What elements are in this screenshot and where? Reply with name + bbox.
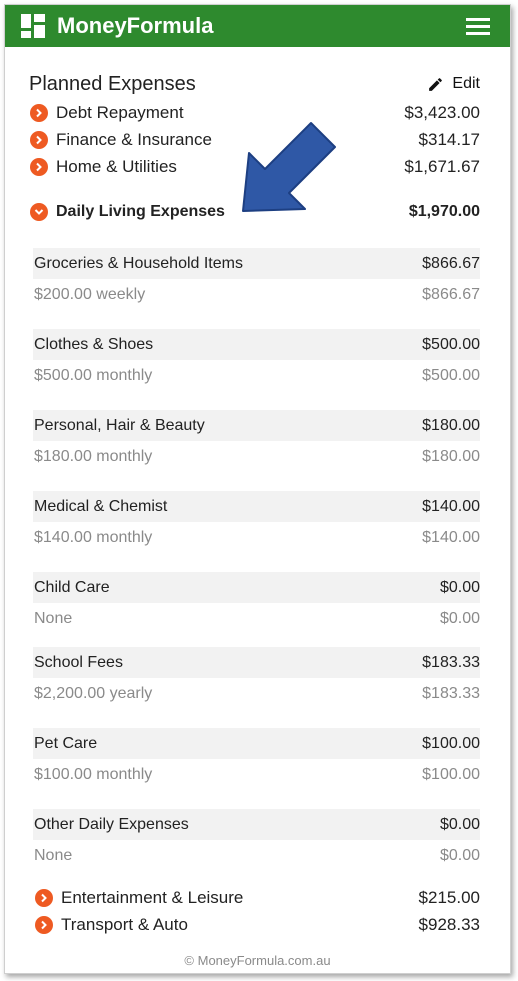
category-entertainment-leisure[interactable]: Entertainment & Leisure $215.00 (35, 885, 480, 911)
chevron-right-icon (35, 916, 53, 934)
list-item[interactable]: Clothes & Shoes $500.00 $500.00 monthly $5… (33, 329, 480, 410)
item-amount: $0.00 (439, 815, 480, 833)
item-amount: $140.00 (422, 497, 480, 515)
category-label: Transport & Auto (61, 915, 188, 934)
item-name: Child Care (34, 578, 110, 596)
category-label: Entertainment & Leisure (61, 888, 244, 907)
category-amount: $928.33 (418, 915, 480, 934)
item-frequency: $200.00 weekly (34, 286, 146, 303)
item-sub-amount: $866.67 (422, 286, 480, 303)
edit-button[interactable]: Edit (427, 75, 480, 93)
item-amount: $180.00 (422, 416, 480, 434)
list-item[interactable]: Groceries & Household Items $866.67 $200.… (33, 248, 480, 329)
category-amount: $3,423.00 (404, 103, 480, 122)
list-item[interactable]: Other Daily Expenses $0.00 None $0.00 (33, 809, 480, 884)
edit-label: Edit (452, 75, 480, 92)
list-item[interactable]: Pet Care $100.00 $100.00 monthly $100.00 (33, 728, 480, 809)
expense-item-list: Groceries & Household Items $866.67 $200.… (33, 248, 480, 884)
category-label: Finance & Insurance (56, 130, 212, 149)
item-sub-amount: $180.00 (422, 448, 480, 465)
item-name: Clothes & Shoes (34, 335, 154, 353)
item-name: Other Daily Expenses (34, 815, 189, 833)
page-title: Planned Expenses (29, 72, 196, 95)
app-title: MoneyFormula (57, 13, 214, 38)
item-sub-amount: $0.00 (439, 847, 480, 864)
chevron-right-icon (30, 104, 48, 122)
item-amount: $183.33 (422, 653, 480, 671)
item-sub-amount: $140.00 (422, 529, 480, 546)
item-sub-amount: $100.00 (422, 766, 480, 783)
dashboard-icon (21, 14, 45, 38)
item-frequency: None (34, 847, 73, 864)
item-frequency: $180.00 monthly (34, 448, 153, 465)
category-transport-auto[interactable]: Transport & Auto $928.33 (35, 912, 480, 938)
item-amount: $866.67 (422, 254, 480, 272)
footer-copyright: © MoneyFormula.com.au (184, 953, 331, 968)
list-item[interactable]: Child Care $0.00 None $0.00 (33, 572, 480, 647)
list-item[interactable]: Medical & Chemist $140.00 $140.00 monthly… (33, 491, 480, 572)
item-name: Groceries & Household Items (34, 254, 243, 272)
chevron-right-icon (35, 889, 53, 907)
item-amount: $500.00 (422, 335, 480, 353)
category-amount: $215.00 (418, 888, 480, 907)
item-amount: $0.00 (439, 578, 480, 596)
category-finance-insurance[interactable]: Finance & Insurance $314.17 (30, 127, 480, 153)
category-daily-living-expenses[interactable]: Daily Living Expenses $1,970.00 (30, 199, 480, 225)
item-name: Medical & Chemist (34, 497, 168, 515)
item-name: Pet Care (34, 734, 98, 752)
hamburger-menu-icon[interactable] (466, 16, 490, 36)
category-label: Home & Utilities (56, 157, 177, 176)
category-label: Daily Living Expenses (56, 203, 225, 220)
category-home-utilities[interactable]: Home & Utilities $1,671.67 (30, 154, 480, 180)
category-amount: $314.17 (418, 130, 480, 149)
item-frequency: $140.00 monthly (34, 529, 153, 546)
category-amount: $1,671.67 (404, 157, 480, 176)
chevron-down-icon (30, 203, 48, 221)
item-sub-amount: $0.00 (439, 610, 480, 627)
category-label: Debt Repayment (56, 103, 184, 122)
list-item[interactable]: School Fees $183.33 $2,200.00 yearly $183.… (33, 647, 480, 728)
category-amount: $1,970.00 (408, 203, 480, 220)
item-name: Personal, Hair & Beauty (34, 416, 205, 434)
item-frequency: None (34, 610, 73, 627)
app-header: MoneyFormula (5, 5, 510, 47)
chevron-right-icon (30, 158, 48, 176)
app-frame: MoneyFormula Planned Expenses Edit Debt … (4, 4, 511, 974)
item-name: School Fees (34, 653, 123, 671)
item-frequency: $500.00 monthly (34, 367, 153, 384)
item-sub-amount: $500.00 (422, 367, 480, 384)
item-sub-amount: $183.33 (422, 685, 480, 702)
category-debt-repayment[interactable]: Debt Repayment $3,423.00 (30, 100, 480, 126)
list-item[interactable]: Personal, Hair & Beauty $180.00 $180.00 m… (33, 410, 480, 491)
chevron-right-icon (30, 131, 48, 149)
item-frequency: $100.00 monthly (34, 766, 153, 783)
item-frequency: $2,200.00 yearly (34, 685, 153, 702)
pencil-icon (429, 77, 443, 91)
item-amount: $100.00 (422, 734, 480, 752)
section-header: Planned Expenses Edit (29, 69, 480, 99)
